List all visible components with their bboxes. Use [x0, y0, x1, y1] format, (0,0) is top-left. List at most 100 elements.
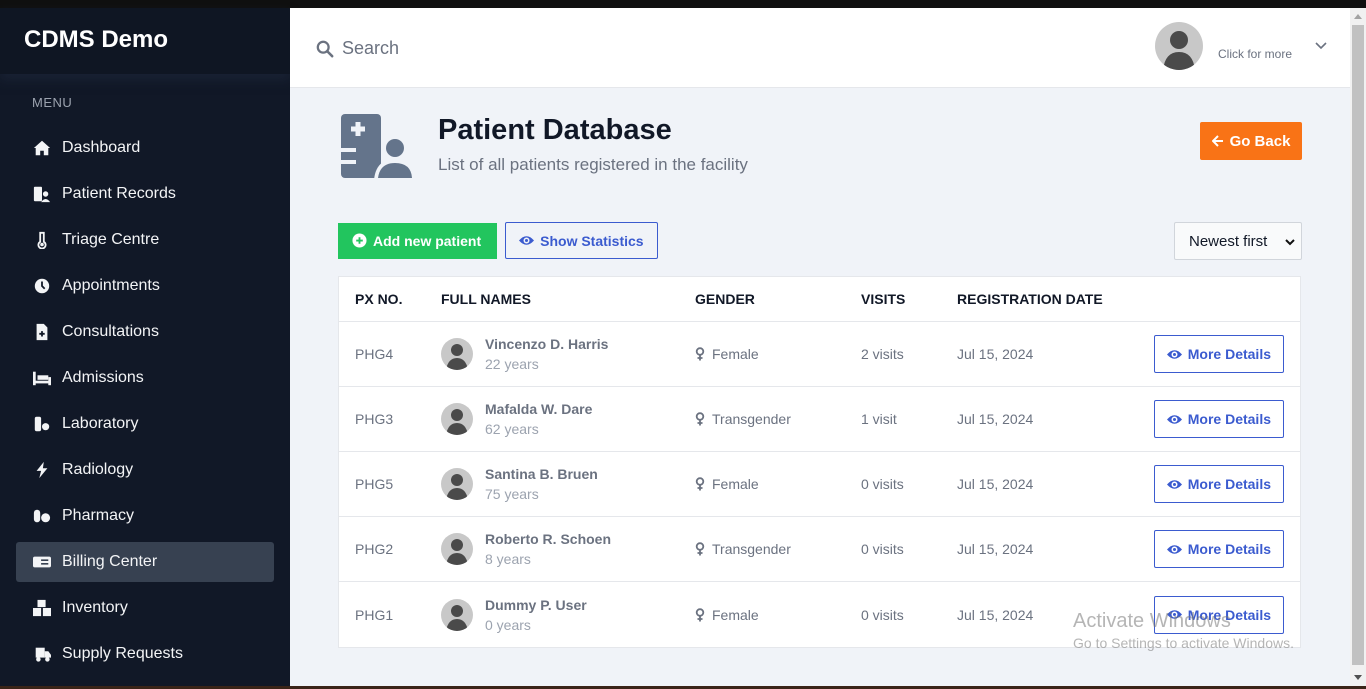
patient-name-cell: Vincenzo D. Harris 22 years [441, 336, 695, 372]
table-body: PHG4 Vincenzo D. Harris 22 years Female … [339, 322, 1300, 647]
vial-gear-icon [32, 415, 52, 433]
column-header-px-no: PX NO. [355, 291, 403, 307]
venus-icon [695, 607, 705, 621]
patient-name: Roberto R. Schoen [485, 531, 612, 547]
scroll-up-arrow-icon[interactable] [1354, 14, 1362, 19]
venus-icon [695, 477, 705, 491]
go-back-label: Go Back [1229, 132, 1291, 150]
menu-label: MENU [32, 95, 73, 110]
table-header: PX NO. FULL NAMES GENDER VISITS REGISTRA… [339, 277, 1300, 322]
patient-database-icon [341, 114, 414, 180]
patient-name-cell: Roberto R. Schoen 8 years [441, 531, 695, 567]
column-header-registration-date: REGISTRATION DATE [957, 291, 1103, 307]
sidebar-item-label: Consultations [62, 323, 159, 340]
bolt-icon [32, 461, 52, 479]
sidebar-item-consultations[interactable]: Consultations [16, 312, 274, 352]
sort-select[interactable]: Newest first [1174, 222, 1302, 260]
clock-icon [32, 277, 52, 295]
more-details-label: More Details [1187, 541, 1271, 557]
add-patient-button[interactable]: Add new patient [338, 222, 498, 259]
sidebar-item-appointments[interactable]: Appointments [16, 266, 274, 306]
sidebar-item-laboratory[interactable]: Laboratory [16, 404, 274, 444]
search-box [316, 38, 642, 59]
patient-age: 62 years [485, 421, 539, 437]
patient-avatar [441, 533, 473, 565]
scrollbar-thumb[interactable] [1352, 25, 1364, 665]
patient-avatar [441, 403, 473, 435]
column-header-visits: VISITS [861, 291, 906, 307]
sidebar: CDMS Demo MENU Dashboard Patient Records… [0, 8, 290, 686]
column-header-gender: GENDER [695, 291, 755, 307]
patient-age: 22 years [485, 356, 539, 372]
pills-icon [32, 507, 52, 525]
sidebar-item-label: Admissions [62, 369, 144, 386]
patient-name-cell: Mafalda W. Dare 62 years [441, 401, 695, 437]
sidebar-item-billing-center[interactable]: Billing Center [16, 542, 274, 582]
patient-name: Vincenzo D. Harris [485, 336, 609, 352]
gender-label: Female [712, 476, 759, 492]
chevron-down-icon [1315, 42, 1327, 50]
main-content: Click for more Patient Database List of … [290, 8, 1350, 686]
go-back-button[interactable]: Go Back [1200, 122, 1302, 160]
patients-table: PX NO. FULL NAMES GENDER VISITS REGISTRA… [338, 276, 1301, 648]
home-icon [32, 139, 52, 157]
more-details-button[interactable]: More Details [1153, 530, 1284, 568]
user-menu-label: Click for more [1217, 47, 1292, 61]
patient-name: Dummy P. User [485, 596, 587, 613]
user-avatar [1154, 22, 1203, 70]
sidebar-item-admissions[interactable]: Admissions [16, 358, 274, 398]
sidebar-item-pharmacy[interactable]: Pharmacy [16, 496, 274, 536]
sidebar-item-supply-requests[interactable]: Supply Requests [16, 634, 274, 674]
patient-name-cell: Dummy P. User 0 years [441, 597, 695, 633]
more-details-button[interactable]: More Details [1153, 400, 1284, 438]
visit-count: 0 visits [861, 606, 904, 623]
sidebar-item-label: Billing Center [62, 553, 158, 570]
sidebar-item-inventory[interactable]: Inventory [16, 588, 274, 628]
column-header-full-names: FULL NAMES [441, 291, 531, 307]
visit-count: 1 visit [861, 411, 897, 427]
thermometer-icon [32, 231, 52, 249]
sidebar-item-label: Patient Records [62, 185, 176, 202]
patient-records-icon [32, 185, 52, 203]
patient-avatar [441, 468, 473, 500]
visit-count: 0 visits [861, 476, 904, 492]
more-details-label: More Details [1187, 411, 1271, 427]
sidebar-item-triage-centre[interactable]: Triage Centre [16, 220, 274, 260]
venus-icon [695, 542, 705, 556]
sidebar-item-label: Pharmacy [62, 507, 135, 524]
more-details-label: More Details [1187, 346, 1271, 362]
hospital-bed-icon [32, 369, 52, 387]
venus-icon [695, 412, 705, 426]
px-number: PHG2 [355, 541, 394, 557]
table-row: PHG3 Mafalda W. Dare 62 years Transgende… [339, 387, 1300, 452]
chevron-down-icon [1285, 239, 1295, 246]
patient-name: Mafalda W. Dare [485, 401, 593, 417]
more-details-button[interactable]: More Details [1153, 595, 1284, 634]
eye-icon [1166, 544, 1182, 554]
registration-date: Jul 15, 2024 [957, 411, 1034, 427]
patient-name-cell: Santina B. Bruen 75 years [441, 466, 695, 502]
add-patient-label: Add new patient [373, 232, 482, 249]
sidebar-item-dashboard[interactable]: Dashboard [16, 128, 274, 168]
top-bar: Click for more [290, 8, 1350, 88]
search-input[interactable] [342, 38, 642, 59]
page-subtitle: List of all patients registered in the f… [438, 155, 748, 174]
patient-age: 8 years [485, 551, 531, 567]
page-title: Patient Database [438, 114, 672, 146]
more-details-button[interactable]: More Details [1153, 465, 1284, 503]
show-statistics-label: Show Statistics [540, 232, 644, 249]
scroll-down-arrow-icon[interactable] [1354, 675, 1362, 680]
money-check-icon [32, 553, 52, 571]
sidebar-item-label: Triage Centre [62, 231, 160, 248]
page-scrollbar[interactable] [1350, 8, 1366, 686]
gender-label: Female [712, 606, 759, 623]
patient-gender: Transgender [695, 411, 861, 427]
sidebar-item-label: Supply Requests [62, 645, 183, 662]
sidebar-item-radiology[interactable]: Radiology [16, 450, 274, 490]
more-details-button[interactable]: More Details [1153, 335, 1284, 373]
boxes-icon [32, 599, 52, 617]
show-statistics-button[interactable]: Show Statistics [505, 222, 658, 259]
px-number: PHG5 [355, 476, 394, 492]
user-menu[interactable]: Click for more [1154, 22, 1350, 70]
sidebar-item-patient-records[interactable]: Patient Records [16, 174, 274, 214]
